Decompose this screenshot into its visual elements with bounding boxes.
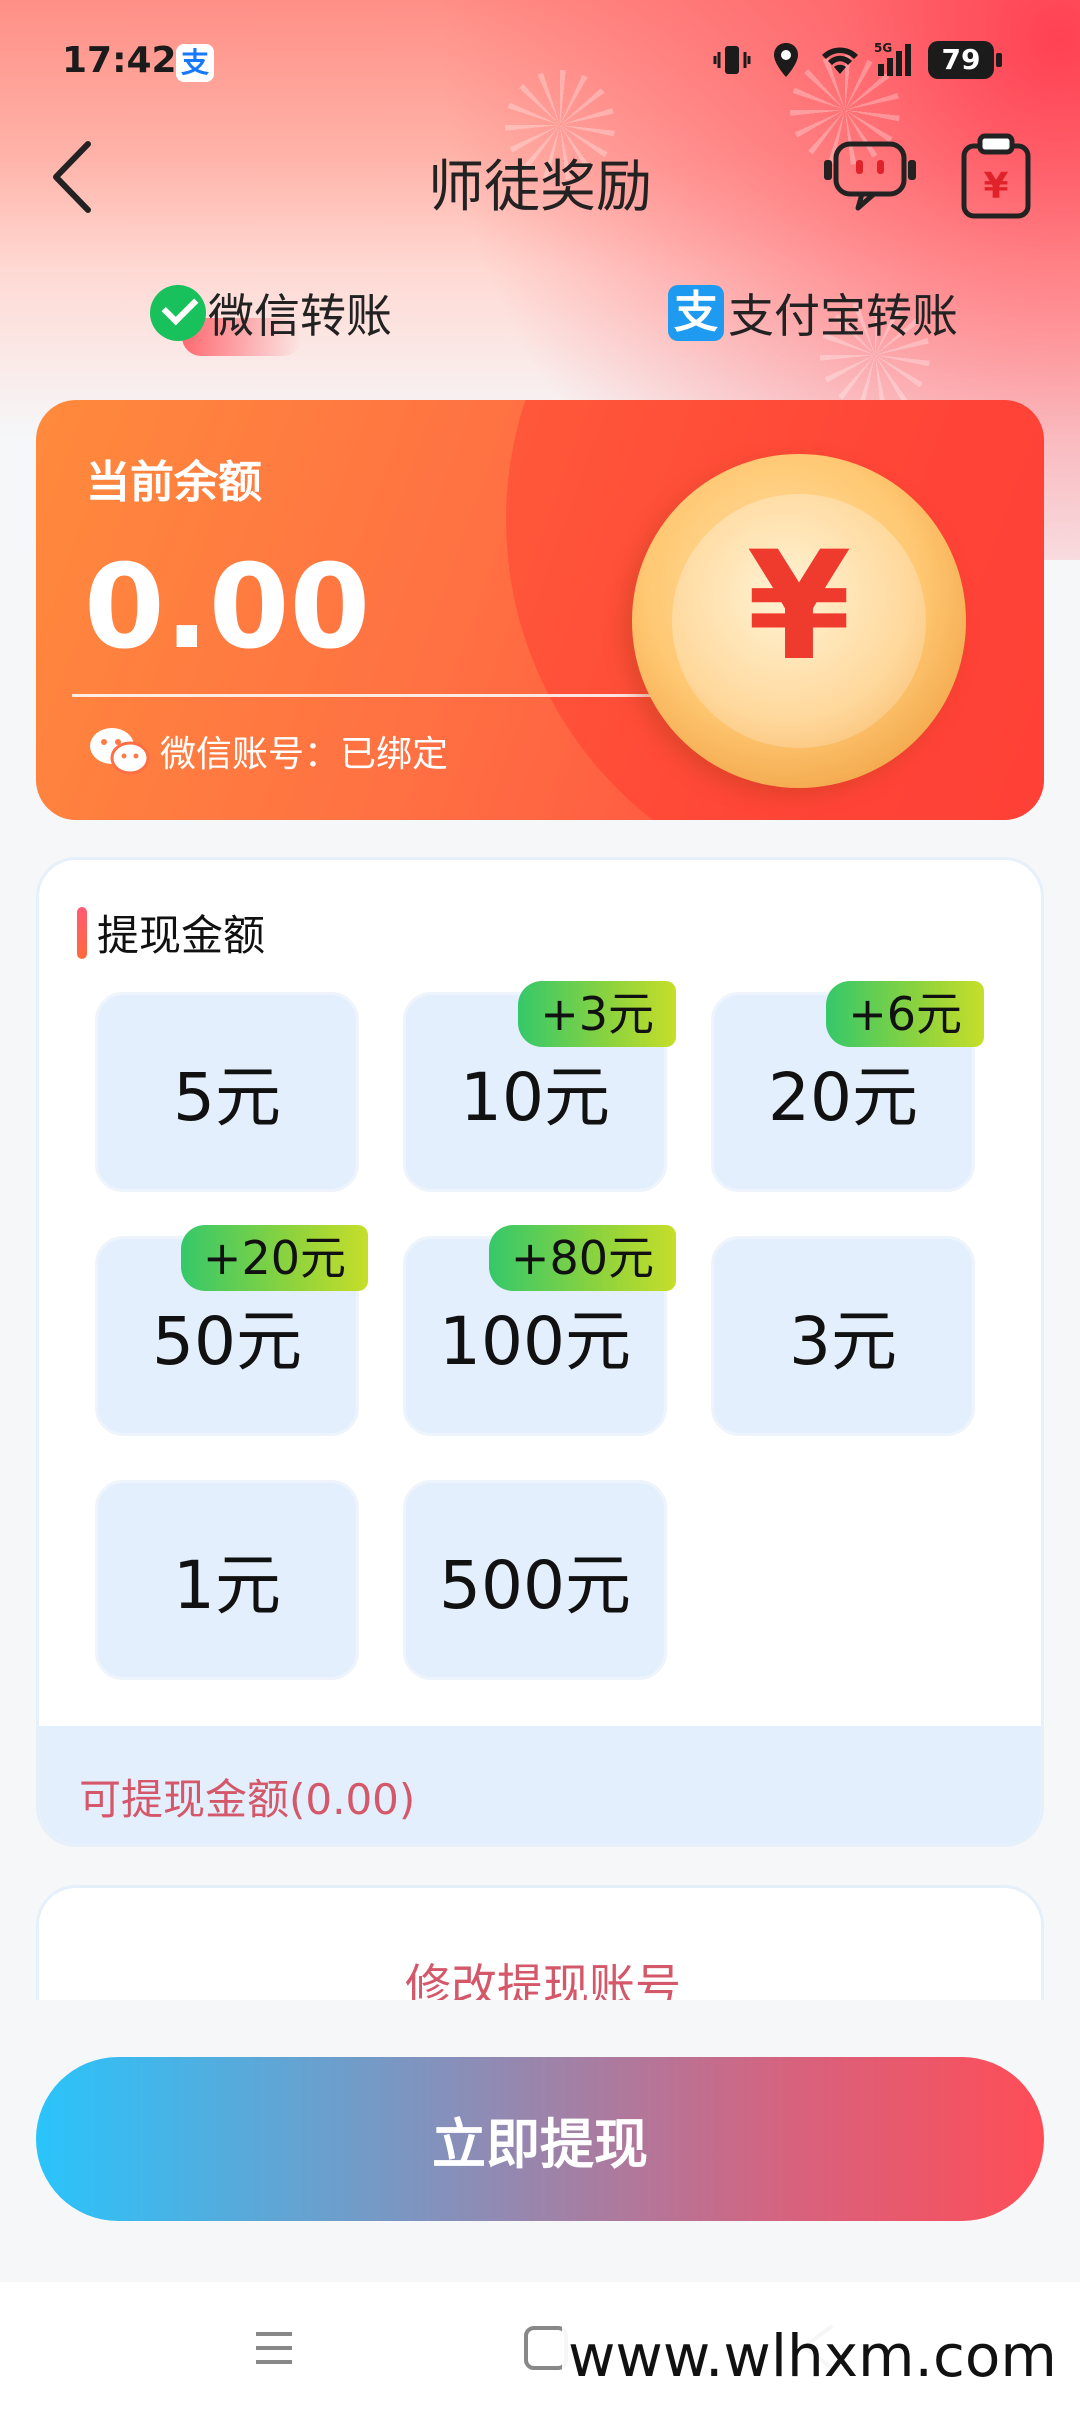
withdrawable-bar: 可提现金额(0.00) — [39, 1726, 1041, 1844]
amount-label: 50元 — [152, 1303, 302, 1380]
amount-option[interactable]: 20元 +6元 — [711, 981, 984, 1192]
amount-option[interactable]: 10元 +3元 — [403, 981, 676, 1192]
amount-label: 1元 — [173, 1547, 281, 1624]
alipay-icon: 支 — [668, 285, 724, 341]
tab-alipay-transfer[interactable]: 支 支付宝转账 — [668, 280, 958, 346]
section-header: 提现金额 — [77, 902, 265, 963]
bonus-badge: +3元 — [518, 981, 676, 1047]
status-icons: 5G 79 — [712, 40, 1002, 80]
balance-card: 当前余额 0.00 微信账号：已绑定 ¥ — [36, 400, 1044, 820]
amount-option[interactable]: 3元 — [711, 1236, 975, 1436]
amount-option[interactable]: 1元 — [95, 1480, 359, 1680]
alipay-notification-icon: 支 — [176, 44, 214, 82]
modify-account-panel[interactable]: 修改提现账号 — [36, 1885, 1044, 2000]
location-icon — [774, 43, 798, 77]
accent-bar — [77, 906, 87, 959]
withdraw-record-icon[interactable]: ¥ — [958, 132, 1034, 222]
vibrate-icon — [713, 46, 751, 74]
amount-label: 5元 — [173, 1059, 281, 1136]
cellular-signal-icon: 5G — [874, 41, 911, 76]
amount-label: 10元 — [460, 1059, 610, 1136]
yen-icon: ¥ — [746, 520, 852, 694]
amount-label: 20元 — [768, 1059, 918, 1136]
amount-option[interactable]: 5元 — [95, 992, 359, 1192]
bonus-badge: +6元 — [826, 981, 984, 1047]
svg-text:¥: ¥ — [983, 166, 1008, 207]
tab-label: 微信转账 — [208, 289, 392, 343]
amount-label: 3元 — [789, 1303, 897, 1380]
balance-value: 0.00 — [84, 540, 371, 675]
coin-illustration: ¥ — [632, 454, 966, 788]
wechat-account-status: 微信账号：已绑定 — [88, 725, 448, 777]
tab-wechat-transfer[interactable]: 微信转账 — [150, 280, 392, 346]
amount-option[interactable]: 50元 +20元 — [95, 1225, 368, 1436]
wechat-icon — [90, 728, 150, 775]
nav-bar: 师徒奖励 ¥ — [0, 120, 1080, 230]
withdrawable-amount: 可提现金额(0.00) — [79, 1775, 416, 1824]
wechat-check-icon — [150, 285, 206, 341]
battery-indicator: 79 — [928, 41, 1002, 79]
status-time: 17:42 — [62, 40, 177, 81]
tab-label: 支付宝转账 — [728, 289, 958, 343]
coin-face: ¥ — [672, 494, 926, 748]
page-title: 师徒奖励 — [428, 155, 652, 220]
withdraw-panel: 提现金额 5元 10元 +3元 20元 +6元 50元 +20元 100元 +8… — [36, 857, 1044, 1847]
section-title: 提现金额 — [97, 911, 266, 960]
divider — [72, 694, 708, 697]
amount-grid: 5元 10元 +3元 20元 +6元 50元 +20元 100元 +80元 3元… — [95, 981, 995, 1692]
status-bar: 17:42 支 5G 79 — [0, 0, 1080, 120]
withdraw-now-button[interactable]: 立即提现 — [36, 2057, 1044, 2221]
wifi-icon — [822, 47, 858, 74]
bonus-badge: +20元 — [180, 1225, 368, 1291]
amount-option[interactable]: 500元 — [403, 1480, 667, 1680]
bonus-badge: +80元 — [488, 1225, 676, 1291]
modify-account-link[interactable]: 修改提现账号 — [39, 1950, 1041, 2000]
recent-apps-icon[interactable] — [252, 2326, 296, 2370]
watermark-text: www.wlhxm.com — [562, 2322, 1063, 2390]
network-type-label: 5G — [874, 41, 892, 55]
balance-label: 当前余额 — [86, 457, 262, 508]
customer-service-icon[interactable] — [822, 134, 918, 214]
amount-label: 500元 — [439, 1547, 631, 1624]
amount-label: 100元 — [439, 1303, 631, 1380]
wechat-account-text: 微信账号：已绑定 — [160, 734, 449, 775]
transfer-method-tabs: 微信转账 支 支付宝转账 — [0, 268, 1080, 358]
amount-option[interactable]: 100元 +80元 — [403, 1225, 676, 1436]
